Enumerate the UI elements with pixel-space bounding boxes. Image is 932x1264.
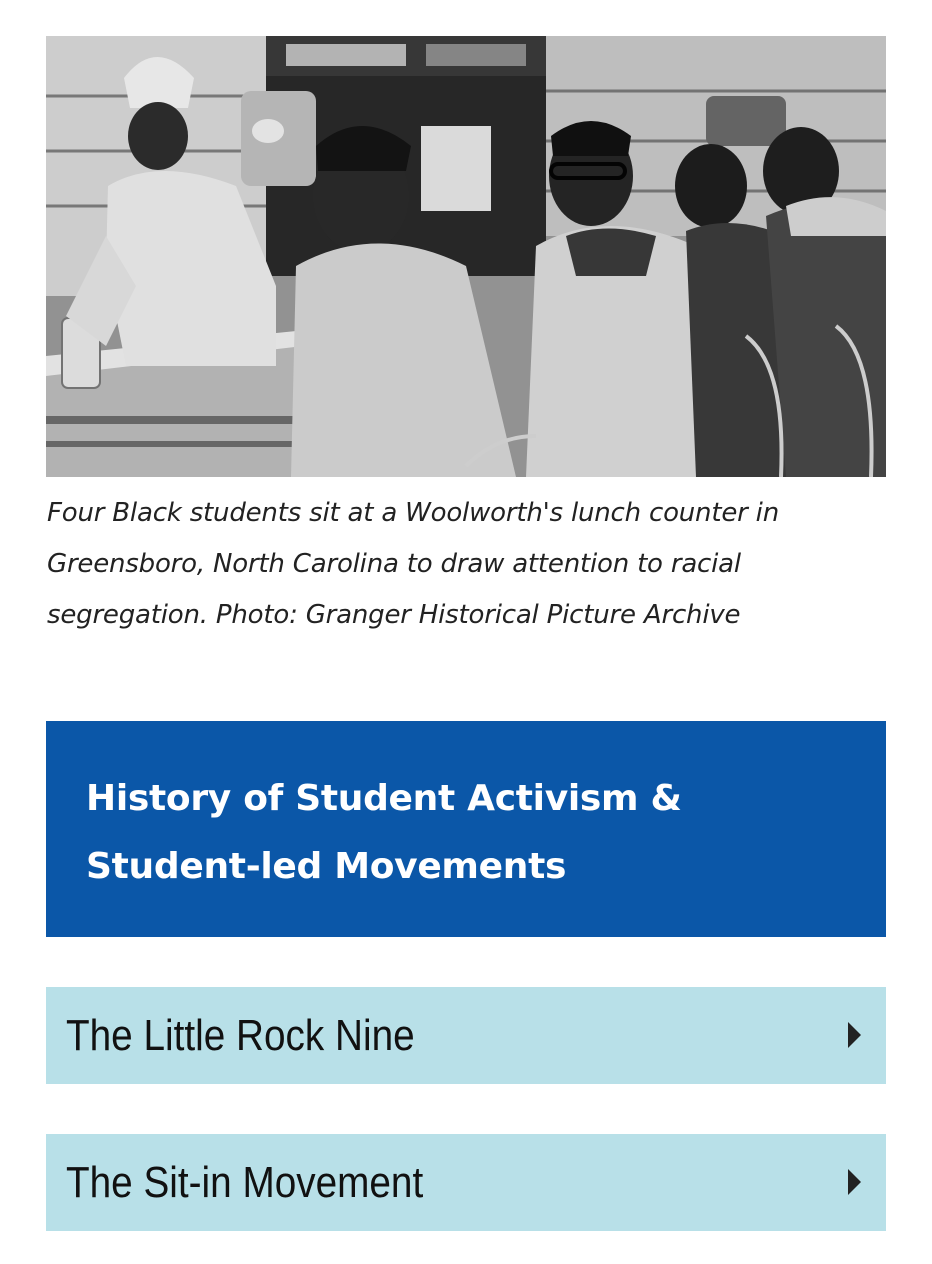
- caret-right-icon: [848, 1169, 861, 1195]
- photo-illustration: [46, 36, 886, 477]
- accordion-label: The Sit-in Movement: [66, 1158, 424, 1207]
- caret-right-icon: [848, 1022, 861, 1048]
- section-header: History of Student Activism & Student-le…: [46, 721, 886, 937]
- accordion-item-sit-in-movement[interactable]: The Sit-in Movement: [46, 1134, 886, 1231]
- section-title: History of Student Activism & Student-le…: [86, 778, 682, 887]
- photo-caption: Four Black students sit at a Woolworth's…: [47, 498, 779, 630]
- sit-in-photo: [46, 36, 886, 477]
- accordion-label: The Little Rock Nine: [66, 1011, 415, 1060]
- page: Four Black students sit at a Woolworth's…: [0, 0, 932, 1264]
- accordion-item-little-rock-nine[interactable]: The Little Rock Nine: [46, 987, 886, 1084]
